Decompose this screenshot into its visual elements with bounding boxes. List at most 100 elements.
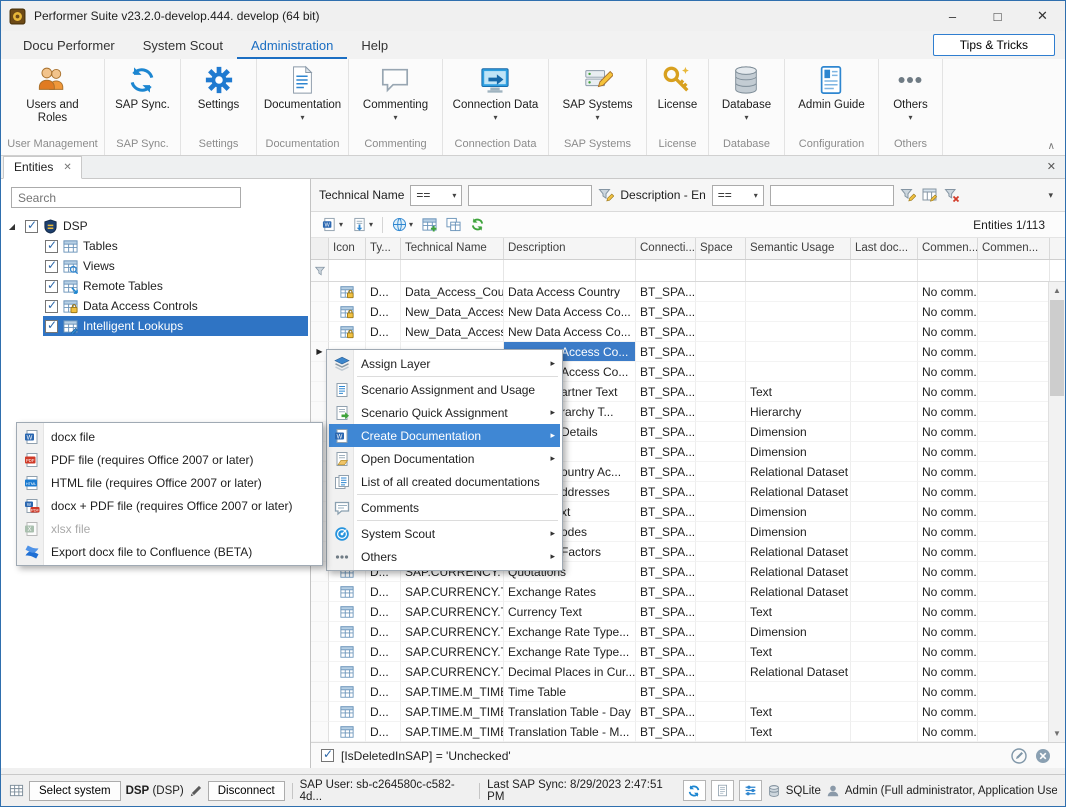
toolbar-button-globe[interactable]: ▾ <box>389 215 416 234</box>
ribbon-tab-help[interactable]: Help <box>347 31 402 59</box>
tree-item-tables[interactable]: Tables <box>1 236 310 256</box>
table-row[interactable]: D...SAP.CURRENCY.TADecimal Places in Cur… <box>311 662 1065 682</box>
header-cell-icon[interactable]: Icon <box>329 238 366 259</box>
header-cell-description[interactable]: Description <box>504 238 636 259</box>
menu-item-scenario-quick-assignment[interactable]: Scenario Quick Assignment▸ <box>329 401 560 424</box>
header-cell-commen[interactable]: Commen... <box>978 238 1050 259</box>
ribbon-button-connection-data[interactable]: Connection Data▾ <box>450 64 542 123</box>
tree-expander-icon[interactable]: ◢ <box>1 222 23 231</box>
table-row[interactable]: D...SAP.TIME.M_TIME_Translation Table - … <box>311 722 1065 742</box>
filter-active-checkbox[interactable] <box>321 749 334 762</box>
column-chooser-icon[interactable] <box>922 187 938 203</box>
ribbon-button-settings[interactable]: Settings <box>195 64 243 113</box>
filter-operator-2-dropdown[interactable]: == ▾ <box>712 185 764 206</box>
ribbon-tab-administration[interactable]: Administration <box>237 31 347 59</box>
filter-edit-icon-1[interactable] <box>598 187 614 203</box>
filter-operator-1-dropdown[interactable]: == ▾ <box>410 185 462 206</box>
header-cell-technical-name[interactable]: Technical Name <box>401 238 504 259</box>
checkbox[interactable] <box>45 260 58 273</box>
table-row[interactable]: D...New_Data_Access_New Data Access Co..… <box>311 322 1065 342</box>
select-system-button[interactable]: Select system <box>29 781 121 801</box>
table-row[interactable]: D...SAP.CURRENCY.TACurrency TextBT_SPA..… <box>311 602 1065 622</box>
collapse-ribbon-icon[interactable]: ∧ <box>1048 141 1055 152</box>
sync-now-button[interactable] <box>683 780 706 801</box>
menu-item-docx-pdf-file-requires-office-2007-or-later[interactable]: WPDFdocx + PDF file (requires Office 200… <box>19 494 320 517</box>
menu-item-pdf-file-requires-office-2007-or-later[interactable]: PDFPDF file (requires Office 2007 or lat… <box>19 448 320 471</box>
table-row[interactable]: D...Data_Access_CounData Access CountryB… <box>311 282 1065 302</box>
minimize-button[interactable]: – <box>930 1 975 31</box>
ribbon-button-users-and-roles[interactable]: Users and Roles <box>23 64 81 126</box>
toolbar-button-word-doc[interactable]: W▾ <box>319 215 346 234</box>
edit-system-icon[interactable] <box>189 784 203 798</box>
table-row[interactable]: D...SAP.TIME.M_TIME_Time TableBT_SPA...N… <box>311 682 1065 702</box>
ribbon-button-admin-guide[interactable]: Admin Guide <box>795 64 867 113</box>
sync-settings-button[interactable] <box>739 780 762 801</box>
checkbox[interactable] <box>45 320 58 333</box>
checkbox[interactable] <box>45 300 58 313</box>
menu-item-comments[interactable]: Comments <box>329 496 560 519</box>
ribbon-button-license[interactable]: License <box>655 64 701 113</box>
ribbon-button-sap-systems[interactable]: SAP Systems▾ <box>559 64 635 123</box>
toolbar-button-table-copy[interactable] <box>443 215 464 234</box>
filter-cell[interactable] <box>851 260 918 281</box>
vertical-scrollbar[interactable]: ▲ ▼ <box>1048 282 1065 742</box>
menu-item-others[interactable]: Others▸ <box>329 545 560 568</box>
maximize-button[interactable]: □ <box>975 1 1020 31</box>
tree-item-intelligent-lookups[interactable]: Intelligent Lookups <box>1 316 310 336</box>
tree-item-remote-tables[interactable]: Remote Tables <box>1 276 310 296</box>
scroll-up-icon[interactable]: ▲ <box>1049 282 1065 299</box>
filter-cell[interactable] <box>401 260 504 281</box>
table-row[interactable]: D...SAP.TIME.M_TIME_Translation Table - … <box>311 702 1065 722</box>
ribbon-button-others[interactable]: Others▾ <box>890 64 931 123</box>
clear-filter-icon[interactable] <box>944 187 960 203</box>
search-input[interactable] <box>11 187 241 208</box>
menu-item-list-of-all-created-documentations[interactable]: List of all created documentations <box>329 470 560 493</box>
header-cell-connecti[interactable]: Connecti... <box>636 238 696 259</box>
filter-edit-icon-2[interactable] <box>900 187 916 203</box>
close-filter-button[interactable] <box>1035 748 1051 764</box>
checkbox[interactable] <box>25 220 38 233</box>
ribbon-button-commenting[interactable]: Commenting▾ <box>360 64 431 123</box>
table-row[interactable]: D...SAP.CURRENCY.TAExchange Rate Type...… <box>311 642 1065 662</box>
filter-value-1-input[interactable] <box>468 185 592 206</box>
filter-cell[interactable] <box>636 260 696 281</box>
tree-item-data-access-controls[interactable]: Data Access Controls <box>1 296 310 316</box>
filter-cell[interactable] <box>366 260 401 281</box>
toolbar-button-doc-export[interactable]: ▾ <box>349 215 376 234</box>
filter-cell[interactable] <box>329 260 366 281</box>
sync-log-button[interactable] <box>711 780 734 801</box>
filter-value-2-input[interactable] <box>770 185 894 206</box>
status-grid-icon[interactable] <box>9 783 24 798</box>
menu-item-assign-layer[interactable]: Assign Layer▸ <box>329 352 560 375</box>
header-cell-last-doc[interactable]: Last doc... <box>851 238 918 259</box>
ribbon-button-database[interactable]: Database▾ <box>719 64 774 123</box>
table-row[interactable]: D...SAP.CURRENCY.TAExchange RatesBT_SPA.… <box>311 582 1065 602</box>
scroll-down-icon[interactable]: ▼ <box>1049 725 1065 742</box>
header-cell-commen[interactable]: Commen... <box>918 238 978 259</box>
header-cell-space[interactable]: Space <box>696 238 746 259</box>
close-button[interactable]: ✕ <box>1020 1 1065 31</box>
disconnect-button[interactable]: Disconnect <box>208 781 285 801</box>
menu-item-export-docx-file-to-confluence-beta[interactable]: Export docx file to Confluence (BETA) <box>19 540 320 563</box>
close-panel-icon[interactable]: ✕ <box>1047 160 1056 173</box>
menu-item-create-documentation[interactable]: WCreate Documentation▸ <box>329 424 560 447</box>
toolbar-button-refresh[interactable] <box>467 215 488 234</box>
table-row[interactable]: D...New_Data_Access_New Data Access Co..… <box>311 302 1065 322</box>
scrollbar-thumb[interactable] <box>1050 300 1064 396</box>
ribbon-button-sap-sync[interactable]: SAP Sync. <box>112 64 173 113</box>
header-cell-semantic-usage[interactable]: Semantic Usage <box>746 238 851 259</box>
menu-item-system-scout[interactable]: System Scout▸ <box>329 522 560 545</box>
tab-entities[interactable]: Entities ✕ <box>3 156 82 179</box>
close-tab-icon[interactable]: ✕ <box>63 162 71 173</box>
filter-cell[interactable] <box>918 260 978 281</box>
menu-item-scenario-assignment-and-usage[interactable]: Scenario Assignment and Usage <box>329 378 560 401</box>
toolbar-button-table-add[interactable] <box>419 215 440 234</box>
tree-item-views[interactable]: Views <box>1 256 310 276</box>
tree-item-dsp[interactable]: ◢DSP <box>1 216 310 236</box>
menu-item-docx-file[interactable]: Wdocx file <box>19 425 320 448</box>
filter-cell[interactable] <box>696 260 746 281</box>
checkbox[interactable] <box>45 280 58 293</box>
header-cell-ty[interactable]: Ty... <box>366 238 401 259</box>
menu-item-html-file-requires-office-2007-or-later[interactable]: HTMLHTML file (requires Office 2007 or l… <box>19 471 320 494</box>
edit-filter-button[interactable] <box>1011 748 1027 764</box>
